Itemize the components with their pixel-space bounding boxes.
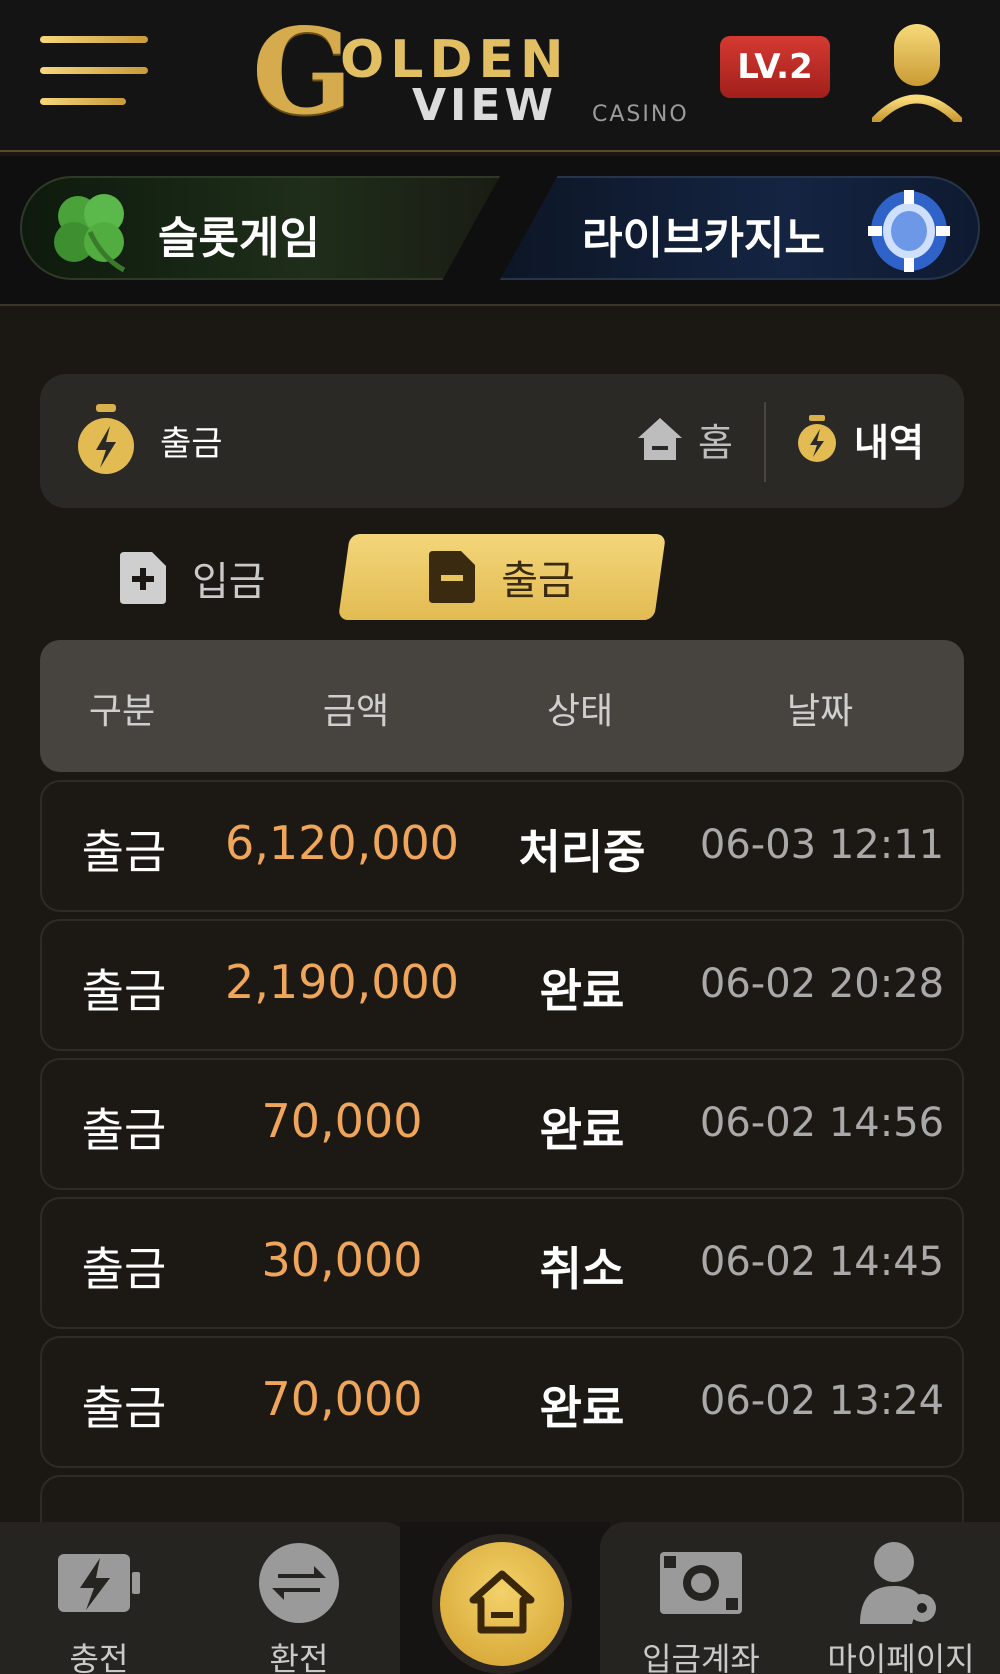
row-date: 06-02 13:24 — [699, 1378, 945, 1424]
table-row[interactable]: 출금 70,000 완료 06-02 14:56 — [40, 1058, 964, 1190]
level-badge: LV.2 — [720, 36, 830, 98]
column-header-type: 구분 — [88, 691, 156, 732]
menu-icon[interactable] — [40, 36, 148, 108]
row-amount: 30,000 — [261, 1233, 423, 1287]
table-row[interactable]: 출금 30,000 취소 06-02 14:45 — [40, 1197, 964, 1329]
user-settings-icon — [860, 1542, 936, 1624]
row-amount: 2,190,000 — [224, 955, 460, 1009]
bottom-navigation: 충전 환전 입금계좌 마이페이지 — [0, 1522, 1000, 1674]
stopwatch-bolt-icon — [78, 404, 134, 474]
row-status: 처리중 — [518, 825, 646, 879]
game-category-bar: 슬롯게임 라이브카지노 — [0, 156, 1000, 306]
stopwatch-icon — [798, 415, 836, 462]
history-link[interactable]: 내역 — [796, 414, 924, 465]
table-header: 구분 금액 상태 날짜 — [40, 640, 964, 772]
row-amount: 70,000 — [261, 1094, 423, 1148]
casino-chip-icon — [868, 190, 950, 272]
live-casino-label: 라이브카지노 — [582, 213, 825, 264]
page-header-card: 출금 홈 내역 — [40, 374, 964, 508]
nav-exchange[interactable]: 환전 — [224, 1538, 374, 1674]
divider — [764, 402, 766, 482]
tab-withdraw[interactable]: 출금 — [337, 534, 667, 620]
row-type: 출금 — [81, 1242, 167, 1296]
table-row[interactable]: 출금 2,190,000 완료 06-02 20:28 — [40, 919, 964, 1051]
nav-mypage-label: 마이페이지 — [827, 1640, 975, 1674]
nav-charge[interactable]: 충전 — [24, 1538, 174, 1674]
row-type: 출금 — [81, 964, 167, 1018]
home-button[interactable] — [440, 1542, 564, 1666]
top-header: G OLDEN VIEW CASINO LV.2 — [0, 0, 1000, 152]
row-status: 취소 — [539, 1242, 625, 1296]
page-title: 출금 — [160, 424, 223, 464]
home-link[interactable]: 홈 — [636, 414, 733, 465]
tab-deposit-label: 입금 — [192, 559, 266, 605]
row-status: 완료 — [539, 1381, 625, 1435]
nav-mypage[interactable]: 마이페이지 — [816, 1538, 986, 1674]
home-icon — [469, 1570, 535, 1634]
nav-deposit-account[interactable]: 입금계좌 — [626, 1538, 776, 1674]
row-amount: 70,000 — [261, 1372, 423, 1426]
banknote-icon — [660, 1552, 742, 1614]
row-status: 완료 — [539, 1103, 625, 1157]
nav-charge-label: 충전 — [69, 1640, 129, 1674]
user-icon[interactable] — [872, 22, 962, 122]
row-date: 06-03 12:11 — [699, 822, 945, 868]
slot-game-label: 슬롯게임 — [158, 213, 320, 264]
tab-deposit[interactable]: 입금 — [120, 548, 266, 608]
home-link-label: 홈 — [698, 420, 733, 465]
row-type: 출금 — [81, 1103, 167, 1157]
row-type: 출금 — [81, 1381, 167, 1435]
table-row[interactable]: 출금 6,120,000 처리중 06-03 12:11 — [40, 780, 964, 912]
column-header-date: 날짜 — [786, 691, 854, 732]
table-row[interactable]: 출금 70,000 완료 06-02 13:24 — [40, 1336, 964, 1468]
slot-game-button[interactable]: 슬롯게임 — [20, 176, 500, 280]
nav-exchange-label: 환전 — [269, 1640, 329, 1674]
row-date: 06-02 14:56 — [699, 1100, 945, 1146]
column-header-amount: 금액 — [322, 691, 390, 732]
document-minus-icon — [429, 551, 476, 603]
row-type: 출금 — [81, 825, 167, 879]
row-date: 06-02 14:45 — [699, 1239, 945, 1285]
column-header-status: 상태 — [546, 691, 614, 732]
clover-icon — [54, 194, 126, 273]
live-casino-button[interactable]: 라이브카지노 — [500, 176, 980, 280]
row-amount: 6,120,000 — [224, 816, 460, 870]
document-plus-icon — [120, 552, 166, 604]
nav-deposit-account-label: 입금계좌 — [642, 1640, 760, 1674]
history-link-label: 내역 — [854, 420, 924, 465]
tab-withdraw-label: 출금 — [501, 558, 575, 604]
golden-view-logo[interactable]: G OLDEN VIEW CASINO — [252, 8, 722, 136]
row-date: 06-02 20:28 — [699, 961, 945, 1007]
battery-bolt-icon — [58, 1554, 140, 1612]
home-icon — [638, 418, 682, 460]
row-status: 완료 — [539, 964, 625, 1018]
exchange-arrows-icon — [259, 1543, 339, 1623]
